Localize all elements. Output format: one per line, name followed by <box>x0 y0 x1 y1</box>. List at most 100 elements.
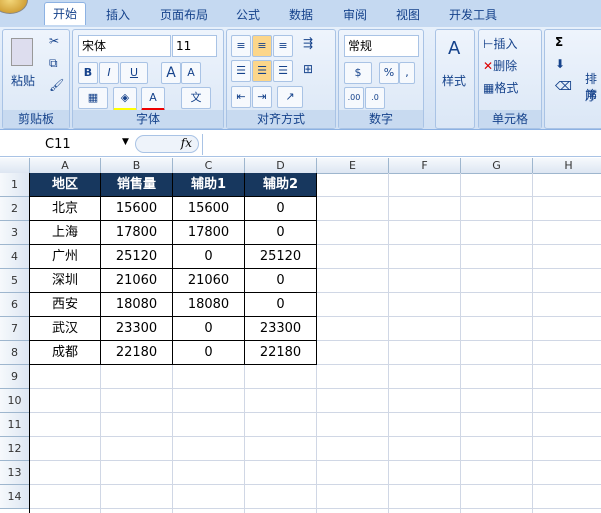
row-header[interactable]: 11 <box>0 413 30 437</box>
increase-indent-button[interactable]: ⇥ <box>252 86 272 108</box>
fill-button[interactable]: ⬇ <box>555 57 565 71</box>
table-cell[interactable]: 17800 <box>173 221 245 245</box>
column-header[interactable]: F <box>389 158 461 174</box>
table-cell[interactable]: 上海 <box>30 221 101 245</box>
tab-insert[interactable]: 插入 <box>106 4 130 26</box>
percent-button[interactable]: % <box>379 62 399 84</box>
row-header[interactable]: 7 <box>0 317 30 341</box>
table-cell[interactable]: 0 <box>245 197 317 221</box>
row-header[interactable]: 13 <box>0 461 30 485</box>
row-header[interactable]: 5 <box>0 269 30 293</box>
align-left-button[interactable]: ☰ <box>231 60 251 82</box>
table-cell[interactable]: 22180 <box>101 341 173 365</box>
align-right-button[interactable]: ☰ <box>273 60 293 82</box>
table-cell[interactable]: 0 <box>173 341 245 365</box>
column-header[interactable]: B <box>101 158 173 174</box>
tab-review[interactable]: 审阅 <box>343 4 367 26</box>
row-header[interactable]: 1 <box>0 173 30 197</box>
select-all-corner[interactable] <box>0 158 30 174</box>
merge-center-icon[interactable]: ⊞ <box>303 62 313 76</box>
fill-color-button[interactable]: ◈ <box>113 87 137 111</box>
paste-icon[interactable] <box>11 38 33 66</box>
table-cell[interactable]: 0 <box>173 317 245 341</box>
column-header[interactable]: A <box>30 158 101 174</box>
shrink-font-button[interactable]: A <box>181 62 201 84</box>
autosum-button[interactable]: Σ <box>555 35 563 49</box>
fx-button[interactable]: fx <box>135 135 199 153</box>
table-header-cell[interactable]: 地区 <box>30 173 101 197</box>
clear-button[interactable]: ⌫ <box>555 79 572 93</box>
row-header[interactable]: 14 <box>0 485 30 509</box>
name-box-dropdown-icon[interactable]: ▼ <box>122 137 129 147</box>
bold-button[interactable]: B <box>78 62 98 84</box>
copy-icon[interactable]: ⧉ <box>49 56 58 71</box>
table-cell[interactable]: 0 <box>245 221 317 245</box>
table-cell[interactable]: 武汉 <box>30 317 101 341</box>
column-header[interactable]: E <box>317 158 389 174</box>
border-button[interactable]: ▦ <box>78 87 108 109</box>
table-cell[interactable]: 25120 <box>245 245 317 269</box>
decrease-decimal-button[interactable]: .0 <box>365 87 385 109</box>
number-format-select[interactable]: 常规 <box>344 35 419 57</box>
grow-font-button[interactable]: A <box>161 62 181 84</box>
font-color-button[interactable]: A <box>141 87 165 111</box>
row-header[interactable]: 4 <box>0 245 30 269</box>
table-cell[interactable]: 21060 <box>101 269 173 293</box>
table-header-cell[interactable]: 辅助1 <box>173 173 245 197</box>
align-middle-button[interactable]: ≡ <box>252 35 272 57</box>
orientation-button[interactable]: ↗ <box>277 86 303 108</box>
underline-button[interactable]: U <box>120 62 148 84</box>
align-bottom-button[interactable]: ≡ <box>273 35 293 57</box>
table-header-cell[interactable]: 销售量 <box>101 173 173 197</box>
styles-button[interactable]: 样式 <box>442 72 466 89</box>
table-cell[interactable]: 22180 <box>245 341 317 365</box>
tab-data[interactable]: 数据 <box>289 4 313 26</box>
tab-page-layout[interactable]: 页面布局 <box>160 4 208 26</box>
tab-formulas[interactable]: 公式 <box>236 4 260 26</box>
table-cell[interactable]: 北京 <box>30 197 101 221</box>
styles-group[interactable]: A 样式 <box>435 29 475 129</box>
column-header[interactable]: H <box>533 158 601 174</box>
cut-icon[interactable]: ✂ <box>49 34 59 48</box>
row-header[interactable]: 9 <box>0 365 30 389</box>
table-cell[interactable]: 15600 <box>101 197 173 221</box>
table-cell[interactable]: 23300 <box>245 317 317 341</box>
phonetic-button[interactable]: 文 <box>181 87 211 109</box>
table-cell[interactable]: 西安 <box>30 293 101 317</box>
align-center-button[interactable]: ☰ <box>252 60 272 82</box>
tab-view[interactable]: 视图 <box>396 4 420 26</box>
align-top-button[interactable]: ≡ <box>231 35 251 57</box>
table-cell[interactable]: 成都 <box>30 341 101 365</box>
table-cell[interactable]: 18080 <box>173 293 245 317</box>
row-header[interactable]: 3 <box>0 221 30 245</box>
row-header[interactable]: 8 <box>0 341 30 365</box>
delete-cells-button[interactable]: ✕删除 <box>483 57 517 74</box>
column-header[interactable]: G <box>461 158 533 174</box>
office-button[interactable] <box>0 0 28 14</box>
column-header[interactable]: D <box>245 158 317 174</box>
decrease-indent-button[interactable]: ⇤ <box>231 86 251 108</box>
format-painter-icon[interactable]: 🖌 <box>49 78 64 92</box>
formula-input[interactable] <box>202 134 601 155</box>
insert-cells-button[interactable]: ⊢插入 <box>483 35 517 52</box>
row-header[interactable]: 12 <box>0 437 30 461</box>
table-cell[interactable]: 深圳 <box>30 269 101 293</box>
tab-developer[interactable]: 开发工具 <box>449 4 497 26</box>
table-cell[interactable]: 18080 <box>101 293 173 317</box>
tab-home[interactable]: 开始 <box>44 2 87 25</box>
table-cell[interactable]: 25120 <box>101 245 173 269</box>
table-cell[interactable]: 23300 <box>101 317 173 341</box>
column-header[interactable]: C <box>173 158 245 174</box>
name-box[interactable]: C11 <box>0 136 130 154</box>
table-cell[interactable]: 0 <box>245 269 317 293</box>
row-header[interactable]: 10 <box>0 389 30 413</box>
font-name-select[interactable]: 宋体 <box>78 35 171 57</box>
table-cell[interactable]: 15600 <box>173 197 245 221</box>
increase-decimal-button[interactable]: .00 <box>344 87 364 109</box>
font-size-select[interactable]: 11 <box>172 35 217 57</box>
currency-button[interactable]: $ <box>344 62 372 84</box>
italic-button[interactable]: I <box>99 62 119 84</box>
table-cell[interactable]: 21060 <box>173 269 245 293</box>
paste-button[interactable]: 粘贴 <box>11 72 35 89</box>
comma-button[interactable]: , <box>399 62 415 84</box>
